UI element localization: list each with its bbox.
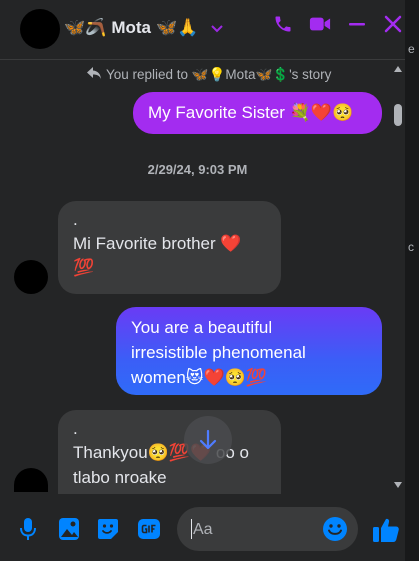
scroll-down-arrow-icon[interactable] bbox=[394, 482, 402, 488]
message-text: tlabo nroake bbox=[73, 468, 167, 487]
contact-avatar[interactable] bbox=[20, 9, 60, 49]
text-caret bbox=[191, 519, 192, 539]
scroll-up-arrow-icon[interactable] bbox=[394, 66, 402, 72]
message-text: 💯 bbox=[73, 258, 95, 277]
scroll-to-bottom-button[interactable] bbox=[184, 416, 232, 464]
message-text: You are a beautiful bbox=[131, 318, 273, 337]
sender-avatar[interactable] bbox=[14, 468, 48, 492]
story-reply-text: You replied to 🦋💡Mota🦋💲's story bbox=[106, 66, 332, 82]
chat-header: 🦋🪃 Mota 🦋🙏 bbox=[0, 0, 419, 60]
sender-avatar[interactable] bbox=[14, 260, 48, 294]
arrow-down-icon bbox=[198, 429, 218, 456]
chevron-down-icon[interactable] bbox=[211, 20, 224, 36]
message-bubble-incoming[interactable]: . Mi Favorite brother ❤️ 💯 bbox=[58, 201, 281, 294]
message-input[interactable] bbox=[191, 518, 315, 542]
message-text: Mi Favorite brother ❤️ bbox=[73, 234, 242, 253]
story-reply-note: You replied to 🦋💡Mota🦋💲's story bbox=[86, 66, 331, 83]
message-text: . bbox=[73, 210, 78, 229]
message-text: . bbox=[73, 419, 78, 438]
message-text: women😻❤️🥺💯 bbox=[131, 368, 268, 387]
scrollbar[interactable] bbox=[392, 62, 404, 492]
message-timestamp: 2/29/24, 9:03 PM bbox=[147, 162, 248, 177]
edge-char: c bbox=[408, 240, 414, 254]
sticker-icon[interactable] bbox=[96, 517, 120, 546]
minimize-icon[interactable] bbox=[347, 14, 367, 34]
contact-name: Mota bbox=[111, 18, 152, 37]
message-bubble-incoming[interactable]: . Thankyou🥺💯❤️ oo o tlabo nroake bbox=[58, 410, 281, 494]
reply-icon bbox=[86, 66, 102, 83]
photo-icon[interactable] bbox=[58, 517, 80, 546]
message-text: irresistible phenomenal bbox=[131, 343, 306, 362]
contact-name-suffix: 🦋🙏 bbox=[156, 18, 199, 37]
background-window-edge: e c bbox=[405, 0, 419, 561]
microphone-icon[interactable] bbox=[19, 517, 37, 546]
message-text: Thankyou🥺💯❤️ oo o bbox=[73, 443, 249, 462]
message-bubble-outgoing[interactable]: You are a beautiful irresistible phenome… bbox=[116, 307, 382, 395]
close-icon[interactable] bbox=[383, 14, 403, 34]
gif-icon[interactable] bbox=[137, 517, 161, 546]
scrollbar-thumb[interactable] bbox=[394, 104, 402, 126]
thumbs-up-icon[interactable] bbox=[372, 517, 400, 548]
message-input-wrapper[interactable] bbox=[177, 507, 358, 551]
edge-char: e bbox=[408, 42, 415, 56]
message-bubble-outgoing[interactable]: My Favorite Sister 💐❤️🥺 bbox=[133, 92, 382, 134]
contact-name-button[interactable]: 🦋🪃 Mota 🦋🙏 bbox=[64, 18, 224, 38]
contact-name-prefix: 🦋🪃 bbox=[64, 18, 107, 37]
video-call-icon[interactable] bbox=[309, 15, 331, 33]
emoji-icon[interactable] bbox=[322, 516, 348, 547]
message-text: My Favorite Sister 💐❤️🥺 bbox=[148, 103, 354, 122]
phone-call-icon[interactable] bbox=[273, 14, 293, 34]
